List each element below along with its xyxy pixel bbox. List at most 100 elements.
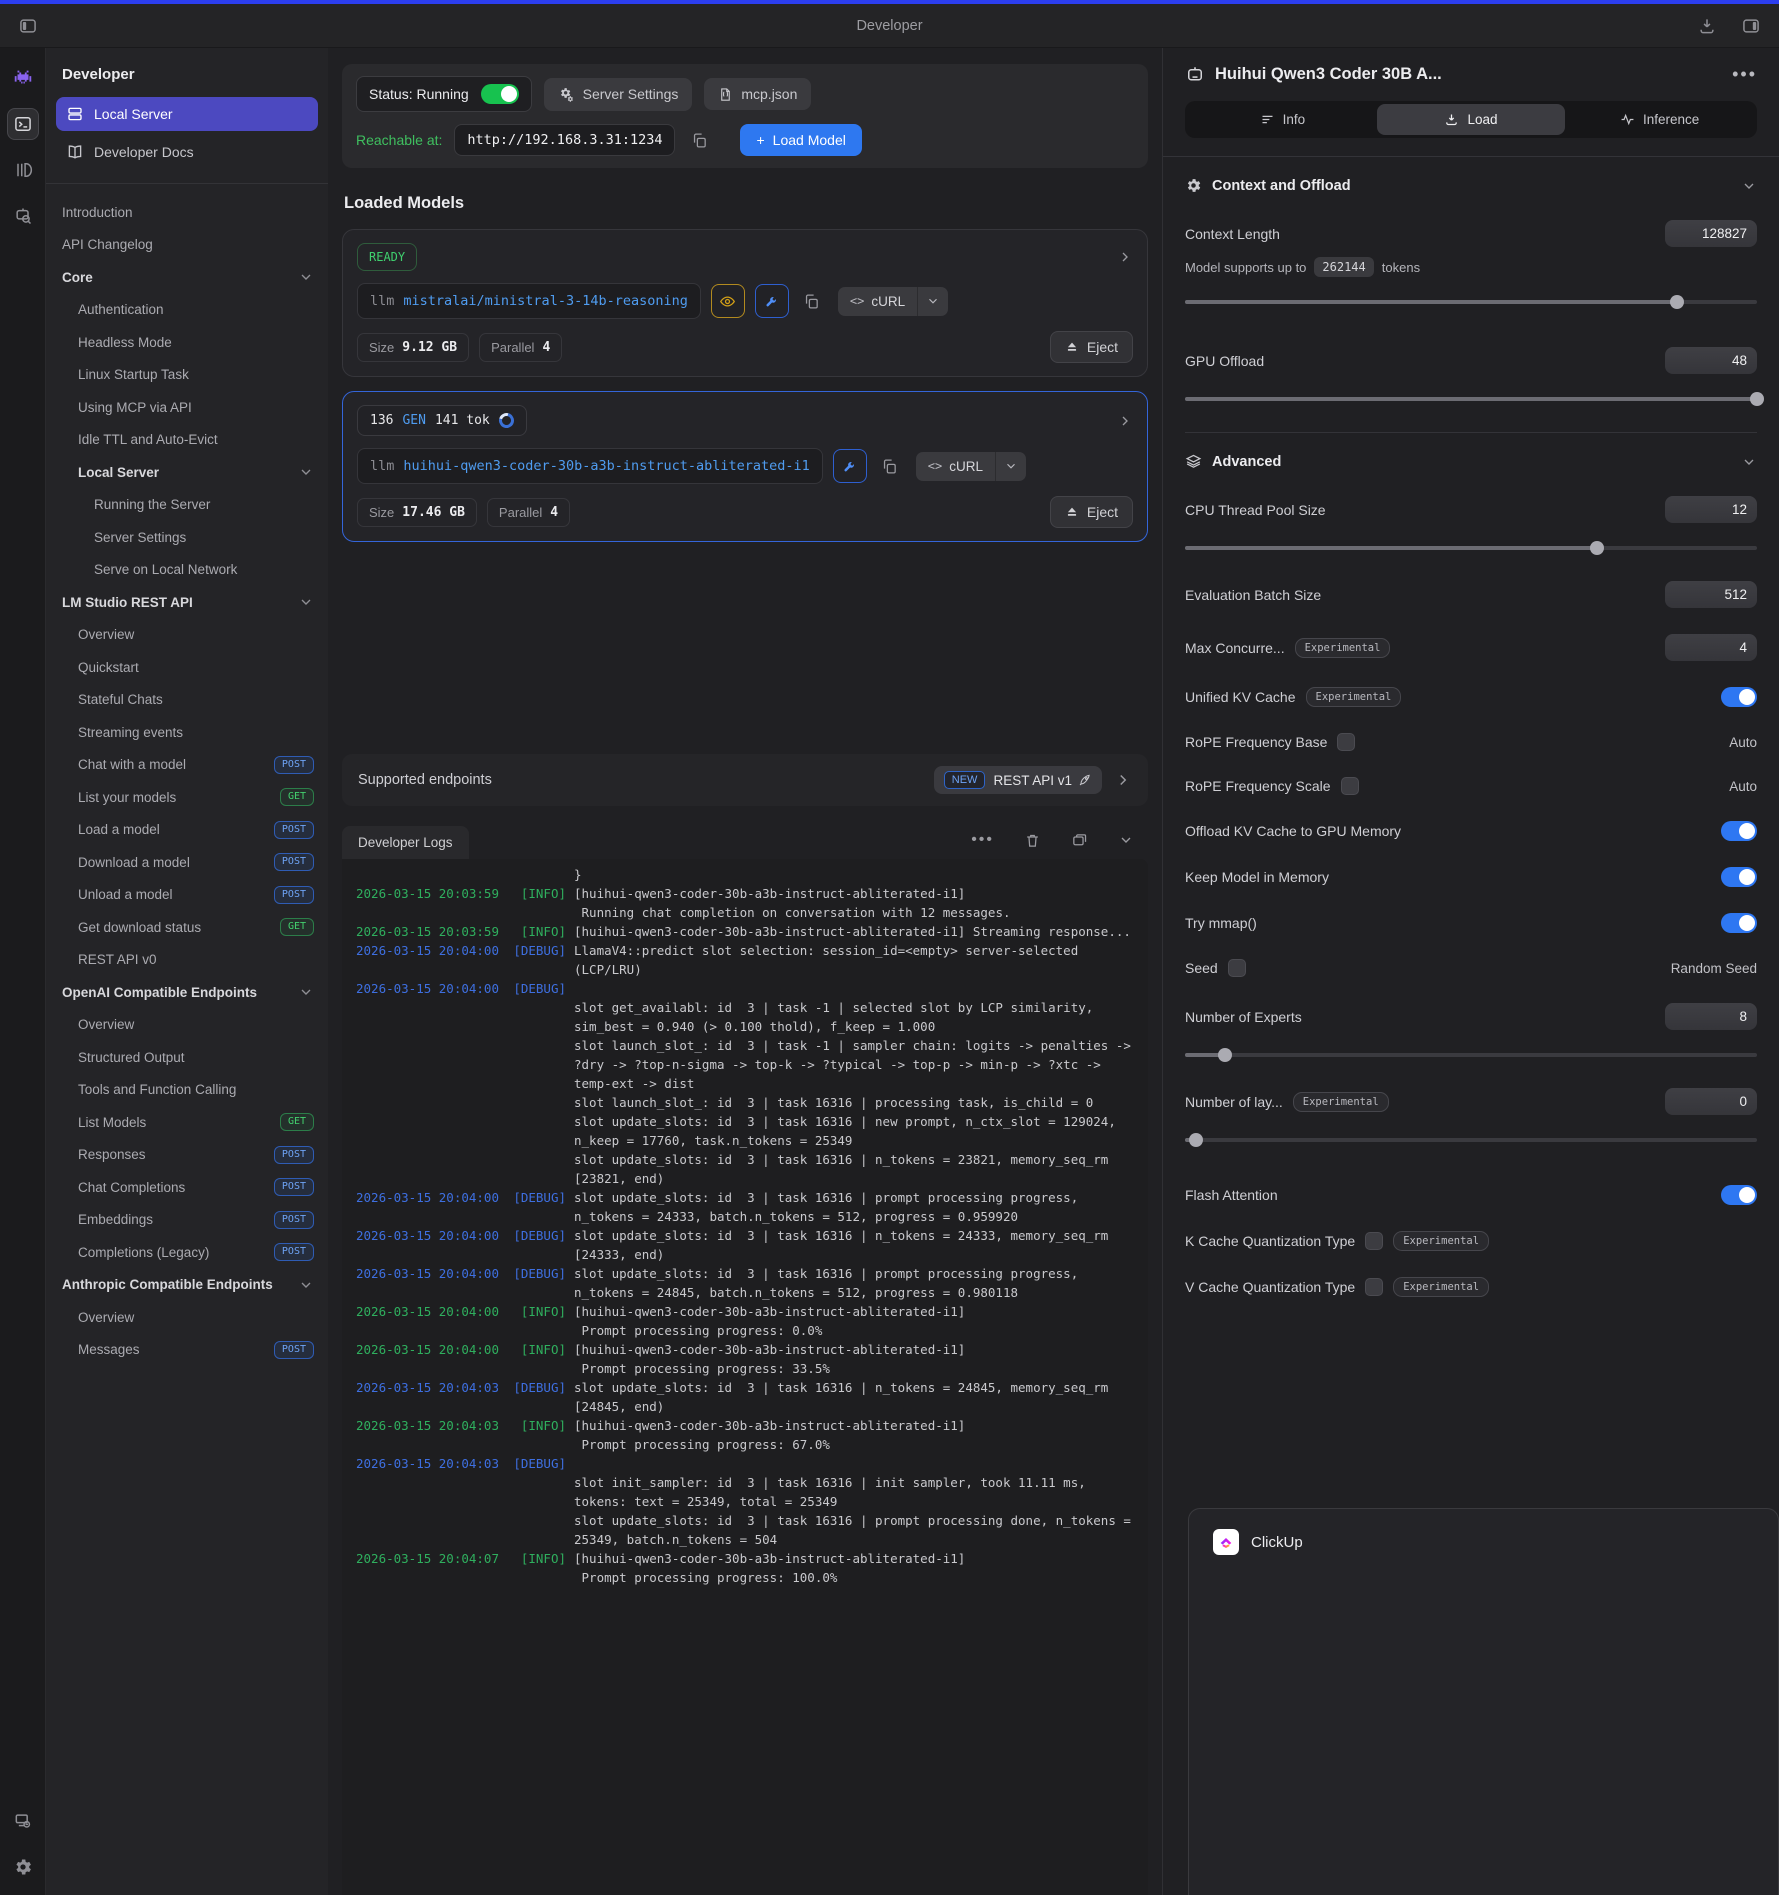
expand-model-icon[interactable] <box>1117 413 1133 429</box>
developer-rail-icon[interactable] <box>7 108 39 140</box>
sidebar-item-local-server[interactable]: Local Server <box>56 97 318 131</box>
checkbox[interactable] <box>1341 777 1359 795</box>
curl-caret-icon[interactable] <box>917 287 948 316</box>
section-header[interactable]: Context and Offload <box>1185 177 1757 194</box>
slider[interactable] <box>1185 1133 1757 1147</box>
curl-caret-icon[interactable] <box>995 452 1026 481</box>
sidebar-item-idle-ttl-and-auto-evict[interactable]: Idle TTL and Auto-Evict <box>46 424 328 457</box>
sidebar-item-linux-startup-task[interactable]: Linux Startup Task <box>46 359 328 392</box>
download-icon[interactable] <box>1693 12 1721 40</box>
load-model-button[interactable]: + Load Model <box>740 124 861 156</box>
curl-button[interactable]: <> cURL <box>838 287 917 316</box>
expand-model-icon[interactable] <box>1117 249 1133 265</box>
section-header[interactable]: Advanced <box>1185 453 1757 470</box>
sidebar-item-lm-studio-rest-api[interactable]: LM Studio REST API <box>46 586 328 619</box>
server-url[interactable]: http://192.168.3.31:1234 <box>454 124 675 156</box>
slider-thumb[interactable] <box>1189 1133 1203 1147</box>
sidebar-item-load-a-model[interactable]: Load a modelPOST <box>46 814 328 847</box>
remote-connection-icon[interactable] <box>7 1805 39 1837</box>
sidebar-item-headless-mode[interactable]: Headless Mode <box>46 326 328 359</box>
server-status-toggle[interactable] <box>481 84 519 104</box>
log-output[interactable]: }2026-03-15 20:03:59[INFO][huihui-qwen3-… <box>342 859 1148 1895</box>
tool-use-capability-icon[interactable] <box>755 284 789 318</box>
sidebar-item-openai-compatible-endpoints[interactable]: OpenAI Compatible Endpoints <box>46 976 328 1009</box>
checkbox[interactable] <box>1228 959 1246 977</box>
sidebar-item-running-the-server[interactable]: Running the Server <box>46 489 328 522</box>
sidebar-item-rest-api-v0[interactable]: REST API v0 <box>46 944 328 977</box>
value-field[interactable]: 8 <box>1665 1003 1757 1030</box>
slider[interactable] <box>1185 392 1757 406</box>
sidebar-item-messages[interactable]: MessagesPOST <box>46 1334 328 1367</box>
open-logs-window-icon[interactable] <box>1067 828 1092 853</box>
sidebar-item-list-models[interactable]: List ModelsGET <box>46 1106 328 1139</box>
sidebar-item-chat-completions[interactable]: Chat CompletionsPOST <box>46 1171 328 1204</box>
sidebar-item-quickstart[interactable]: Quickstart <box>46 651 328 684</box>
value-field[interactable]: 0 <box>1665 1088 1757 1115</box>
sidebar-item-core[interactable]: Core <box>46 261 328 294</box>
notification-toast[interactable]: ClickUp <box>1188 1508 1779 1895</box>
sidebar-item-responses[interactable]: ResponsesPOST <box>46 1139 328 1172</box>
checkbox[interactable] <box>1365 1278 1383 1296</box>
sidebar-item-stateful-chats[interactable]: Stateful Chats <box>46 684 328 717</box>
value-field[interactable]: 128827 <box>1665 220 1757 247</box>
sidebar-item-list-your-models[interactable]: List your modelsGET <box>46 781 328 814</box>
slider-thumb[interactable] <box>1670 295 1684 309</box>
sidebar-item-embeddings[interactable]: EmbeddingsPOST <box>46 1204 328 1237</box>
sidebar-item-completions-legacy-[interactable]: Completions (Legacy)POST <box>46 1236 328 1269</box>
toggle-on[interactable] <box>1721 687 1757 707</box>
sidebar-item-anthropic-compatible-endpoints[interactable]: Anthropic Compatible Endpoints <box>46 1269 328 1302</box>
tool-use-capability-icon[interactable] <box>833 449 867 483</box>
toggle-on[interactable] <box>1721 867 1757 887</box>
slider-thumb[interactable] <box>1750 392 1764 406</box>
sidebar-item-overview[interactable]: Overview <box>46 619 328 652</box>
sidebar-item-chat-with-a-model[interactable]: Chat with a modelPOST <box>46 749 328 782</box>
toggle-on[interactable] <box>1721 821 1757 841</box>
logs-more-icon[interactable]: ••• <box>967 827 998 853</box>
value-field[interactable]: 4 <box>1665 634 1757 661</box>
sidebar-item-download-a-model[interactable]: Download a modelPOST <box>46 846 328 879</box>
lmstudio-logo-icon[interactable] <box>7 62 39 94</box>
slider[interactable] <box>1185 1048 1757 1062</box>
clear-logs-trash-icon[interactable] <box>1020 828 1045 853</box>
eject-model-button[interactable]: Eject <box>1050 331 1133 363</box>
sidebar-item-structured-output[interactable]: Structured Output <box>46 1041 328 1074</box>
collapse-logs-icon[interactable] <box>1114 828 1138 852</box>
model-identifier[interactable]: llm huihui-qwen3-coder-30b-a3b-instruct-… <box>357 448 823 484</box>
checkbox[interactable] <box>1365 1232 1383 1250</box>
checkbox[interactable] <box>1337 733 1355 751</box>
sidebar-item-unload-a-model[interactable]: Unload a modelPOST <box>46 879 328 912</box>
sidebar-item-get-download-status[interactable]: Get download statusGET <box>46 911 328 944</box>
sidebar-item-using-mcp-via-api[interactable]: Using MCP via API <box>46 391 328 424</box>
sidebar-item-authentication[interactable]: Authentication <box>46 294 328 327</box>
developer-logs-tab[interactable]: Developer Logs <box>342 826 469 859</box>
slider-thumb[interactable] <box>1218 1048 1232 1062</box>
server-settings-button[interactable]: Server Settings <box>544 78 693 111</box>
sidebar-item-overview[interactable]: Overview <box>46 1301 328 1334</box>
sidebar-item-tools-and-function-calling[interactable]: Tools and Function Calling <box>46 1074 328 1107</box>
sidebar-item-serve-on-local-network[interactable]: Serve on Local Network <box>46 554 328 587</box>
toggle-on[interactable] <box>1721 1185 1757 1205</box>
sidebar-item-api-changelog[interactable]: API Changelog <box>46 229 328 262</box>
sidebar-toggle-icon[interactable] <box>14 12 42 40</box>
tab-inference[interactable]: Inference <box>1565 104 1754 135</box>
mcp-json-button[interactable]: mcp.json <box>704 78 811 110</box>
copy-model-name-icon[interactable] <box>799 289 824 314</box>
toggle-on[interactable] <box>1721 913 1757 933</box>
sidebar-item-local-server[interactable]: Local Server <box>46 456 328 489</box>
panel-toggle-icon[interactable] <box>1737 12 1765 40</box>
discover-models-rail-icon[interactable] <box>7 200 39 232</box>
model-identifier[interactable]: llm mistralai/ministral-3-14b-reasoning <box>357 283 701 319</box>
settings-gear-icon[interactable] <box>7 1851 39 1883</box>
value-field[interactable]: 12 <box>1665 496 1757 523</box>
sidebar-item-developer-docs[interactable]: Developer Docs <box>56 135 318 169</box>
eject-model-button[interactable]: Eject <box>1050 496 1133 528</box>
rest-api-pill[interactable]: NEW REST API v1 <box>934 766 1102 794</box>
sidebar-item-server-settings[interactable]: Server Settings <box>46 521 328 554</box>
tab-info[interactable]: Info <box>1188 104 1377 135</box>
panel-more-icon[interactable]: ••• <box>1732 64 1757 85</box>
curl-button[interactable]: <> cURL <box>916 452 995 481</box>
my-models-rail-icon[interactable] <box>7 154 39 186</box>
slider[interactable] <box>1185 541 1757 555</box>
value-field[interactable]: 512 <box>1665 581 1757 608</box>
value-field[interactable]: 48 <box>1665 347 1757 374</box>
